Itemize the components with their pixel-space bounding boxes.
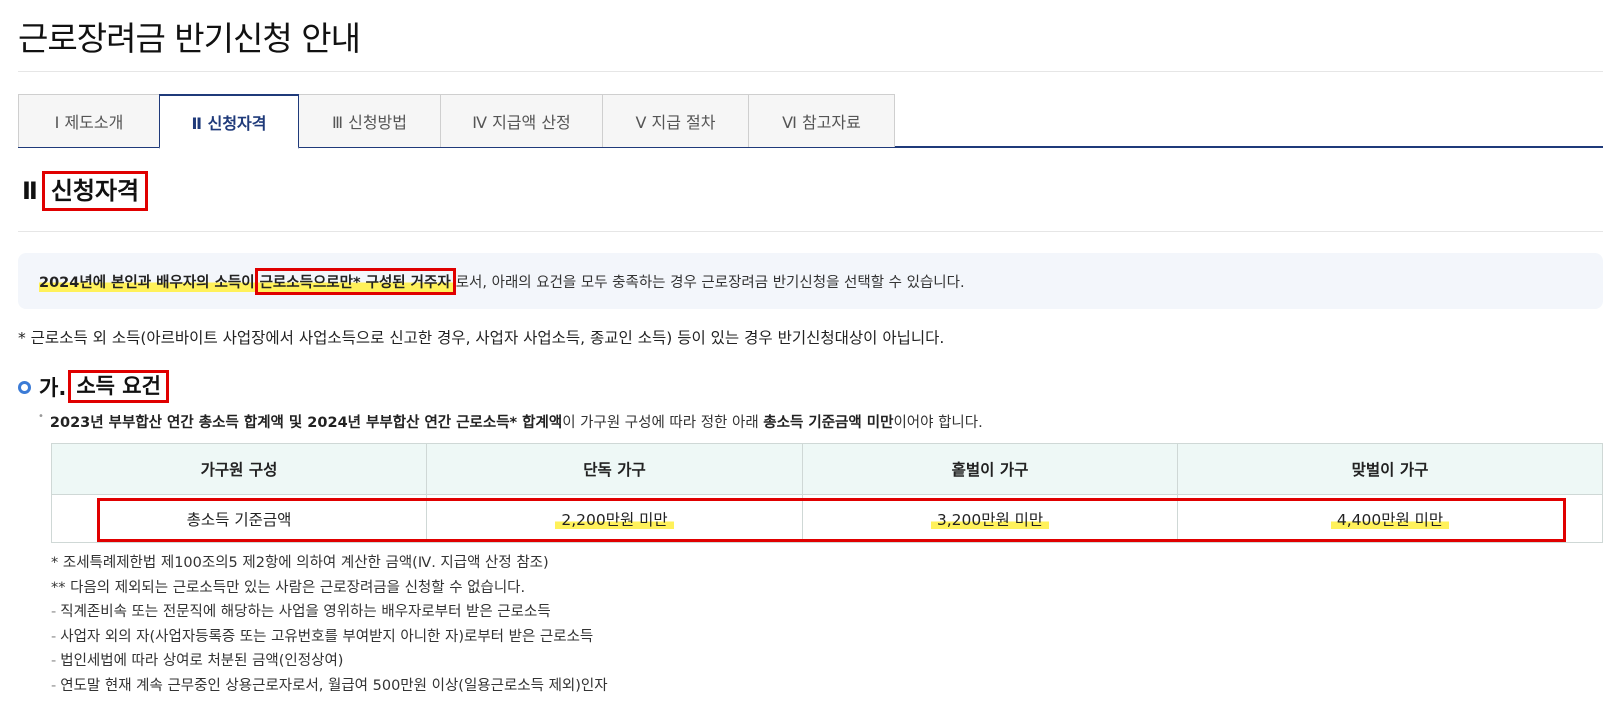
desc-bold-1: 2023년 부부합산 연간 총소득 합계액 및 2024년 부부합산 연간 근로… xyxy=(49,415,563,431)
subsection-heading: 가. 소득 요건 xyxy=(18,370,169,404)
table-header: 맞벌이 가구 xyxy=(1177,443,1603,495)
circle-bullet-icon xyxy=(18,381,31,395)
note-text: 연도말 현재 계속 근무중인 상용근로자로서, 월급여 500만원 이상(일용근… xyxy=(60,677,608,694)
tab-intro[interactable]: Ⅰ 제도소개 xyxy=(18,94,160,147)
note-item: ** 다음의 제외되는 근로소득만 있는 사람은 근로장려금을 신청할 수 없습… xyxy=(51,579,526,596)
tab-payment-procedure[interactable]: Ⅴ 지급 절차 xyxy=(602,94,749,147)
table-cell: 3,200만원 미만 xyxy=(802,494,1178,543)
note-item: - 직계존비속 또는 전문직에 해당하는 사업을 영위하는 배우자로부터 받은 근… xyxy=(51,604,551,620)
note-text: 법인세법에 따라 상여로 처분된 금액(인정상여) xyxy=(60,653,344,669)
note-item: - 법인세법에 따라 상여로 처분된 금액(인정상여) xyxy=(51,653,344,669)
income-requirement-description: • 2023년 부부합산 연간 총소득 합계액 및 2024년 부부합산 연간 근… xyxy=(38,411,983,432)
tab-application-method[interactable]: Ⅲ 신청방법 xyxy=(298,94,441,147)
value-single-earner-household: 3,200만원 미만 xyxy=(930,510,1050,529)
eligibility-notice: 2024년에 본인과 배우자의 소득이 근로소득으로만* 구성된 거주자 로서, … xyxy=(18,253,1603,309)
table-header-row: 가구원 구성 단독 가구 홑벌이 가구 맞벌이 가구 xyxy=(51,443,1603,495)
notice-highlight-2: 근로소득으로만* 구성된 거주자 xyxy=(254,267,456,295)
tab-eligibility[interactable]: Ⅱ 신청자격 xyxy=(159,94,299,149)
table-cell: 2,200만원 미만 xyxy=(426,494,803,543)
table-cell-label: 총소득 기준금액 xyxy=(51,494,427,543)
title-divider xyxy=(18,71,1603,72)
desc-bold-2: 총소득 기준금액 미만 xyxy=(763,415,894,431)
tab-payment-calculation[interactable]: Ⅳ 지급액 산정 xyxy=(440,94,603,147)
page-title: 근로장려금 반기신청 안내 xyxy=(18,19,361,58)
notice-text: 로서, 아래의 요건을 모두 충족하는 경우 근로장려금 반기신청을 선택할 수… xyxy=(455,274,965,291)
desc-text-1: 이 가구원 구성에 따라 정한 아래 xyxy=(562,415,764,431)
table-row: 총소득 기준금액 2,200만원 미만 3,200만원 미만 4,400만원 미… xyxy=(51,494,1603,543)
note-text: 사업자 외의 자(사업자등록증 또는 고유번호를 부여받지 아니한 자)로부터 … xyxy=(60,628,594,645)
tab-references[interactable]: Ⅵ 참고자료 xyxy=(748,94,895,147)
table-header: 단독 가구 xyxy=(426,443,803,495)
note-item: - 사업자 외의 자(사업자등록증 또는 고유번호를 부여받지 아니한 자)로부터… xyxy=(51,628,594,645)
section-number: Ⅱ xyxy=(22,177,38,206)
income-criteria-table: 가구원 구성 단독 가구 홑벌이 가구 맞벌이 가구 총소득 기준금액 2,20… xyxy=(51,443,1603,543)
section-heading: Ⅱ 신청자격 xyxy=(22,171,149,212)
value-dual-earner-household: 4,400만원 미만 xyxy=(1330,510,1450,529)
section-title: 신청자격 xyxy=(41,171,149,212)
value-single-household: 2,200만원 미만 xyxy=(555,510,674,529)
note-item: - 연도말 현재 계속 근무중인 상용근로자로서, 월급여 500만원 이상(일용… xyxy=(51,677,608,694)
subsection-title: 소득 요건 xyxy=(68,370,169,404)
table-cell: 4,400만원 미만 xyxy=(1177,494,1603,543)
notice-highlight-1: 2024년에 본인과 배우자의 소득이 xyxy=(39,270,255,292)
table-notes: * 조세특례제한법 제100조의5 제2항에 의하여 계산한 금액(Ⅳ. 지급액… xyxy=(51,551,608,698)
table-header: 가구원 구성 xyxy=(51,443,427,495)
note-text: 직계존비속 또는 전문직에 해당하는 사업을 영위하는 배우자로부터 받은 근로… xyxy=(60,604,551,620)
section-divider xyxy=(18,231,1603,232)
subsection-prefix: 가. xyxy=(39,375,67,400)
desc-text-2: 이어야 합니다. xyxy=(893,415,983,431)
income-footnote: * 근로소득 외 소득(아르바이트 사업장에서 사업소득으로 신고한 경우, 사… xyxy=(18,329,945,347)
tab-bar: Ⅰ 제도소개 Ⅱ 신청자격 Ⅲ 신청방법 Ⅳ 지급액 산정 Ⅴ 지급 절차 Ⅵ … xyxy=(18,94,1603,149)
table-header: 홑벌이 가구 xyxy=(802,443,1178,495)
dot-bullet-icon: • xyxy=(38,411,44,422)
note-item: * 조세특례제한법 제100조의5 제2항에 의하여 계산한 금액(Ⅳ. 지급액… xyxy=(51,555,549,571)
